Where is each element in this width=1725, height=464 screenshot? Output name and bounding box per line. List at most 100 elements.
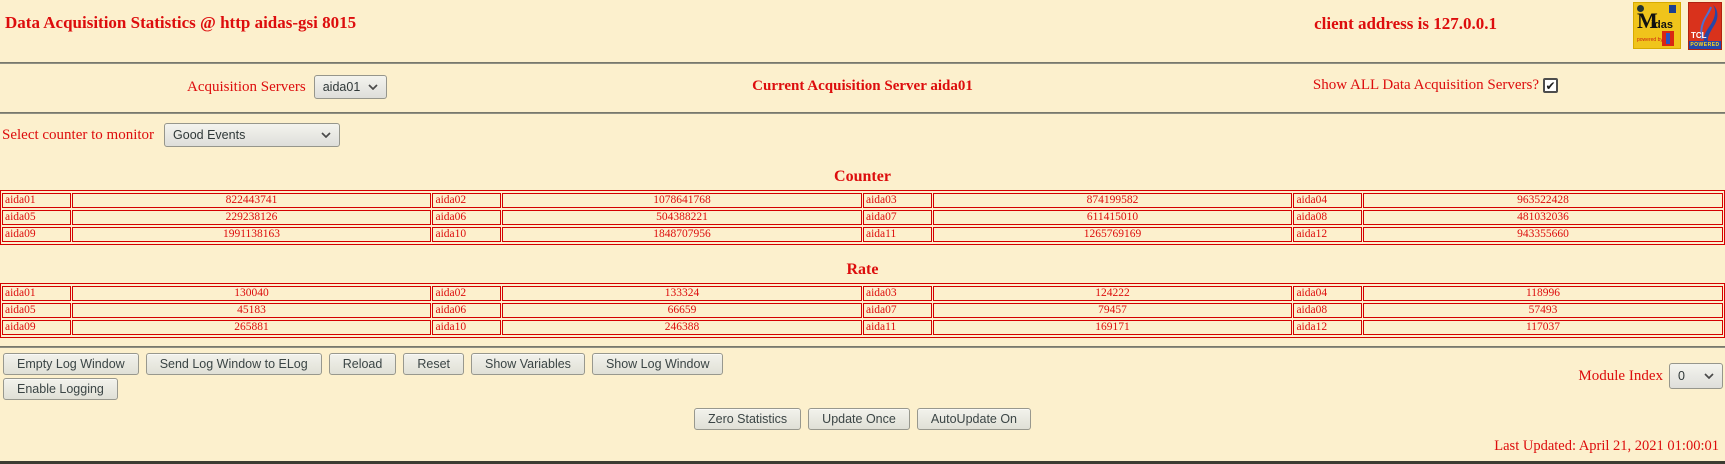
server-name-cell: aida08 [1293,210,1362,225]
rate-value-cell: 130040 [71,286,432,301]
counter-value-cell: 1265769169 [932,227,1293,242]
server-name-cell: aida12 [1293,320,1362,335]
show-all-servers-checkbox[interactable]: ✔ [1543,78,1558,93]
counter-value-cell: 611415010 [932,210,1293,225]
show-variables-button[interactable]: Show Variables [471,353,585,375]
counter-value-cell: 481032036 [1363,210,1723,225]
rate-value-cell: 118996 [1363,286,1723,301]
counter-type-selected-value: Good Events [173,128,246,142]
counter-table-title: Counter [834,168,891,185]
checkmark-icon: ✔ [1545,78,1556,93]
rate-value-cell: 124222 [932,286,1293,301]
server-name-cell: aida07 [862,210,932,225]
current-acquisition-server-text: Current Acquisition Server aida01 [752,78,973,94]
send-log-window-to-elog-button[interactable]: Send Log Window to ELog [145,353,322,375]
table-row: aida09 1991138163 aida10 1848707956 aida… [2,227,1723,242]
counter-value-cell: 943355660 [1363,227,1723,242]
rate-value-cell: 265881 [71,320,432,335]
counter-value-cell: 822443741 [71,193,432,208]
acquisition-servers-label: Acquisition Servers [187,78,306,95]
server-name-cell: aida03 [862,193,932,208]
rate-value-cell: 117037 [1363,320,1723,335]
server-name-cell: aida01 [2,193,71,208]
midas-logo-icon[interactable]: M idas powered by [1633,2,1681,49]
midas-logo-text: idas [1651,19,1674,31]
enable-logging-button[interactable]: Enable Logging [3,378,118,400]
acquisition-server-select[interactable]: aida01 [313,75,388,99]
chevron-down-icon [321,132,331,138]
server-name-cell: aida01 [2,286,71,301]
tcl-logo-text: TCL [1691,31,1707,40]
autoupdate-on-button[interactable]: AutoUpdate On [916,408,1032,430]
last-updated-text: Last Updated: April 21, 2021 01:00:01 [1494,438,1719,454]
chevron-down-icon [1704,373,1714,379]
table-row: aida09 265881 aida10 246388 aida11 16917… [2,320,1723,335]
select-counter-label: Select counter to monitor [2,126,155,143]
show-all-servers-label: Show ALL Data Acquisition Servers? [1312,77,1539,93]
counter-value-cell: 1991138163 [71,227,432,242]
tcl-powered-text: POWERED [1689,41,1721,49]
counter-type-select[interactable]: Good Events [164,123,341,147]
counter-value-cell: 229238126 [71,210,432,225]
counter-table: aida01 822443741 aida02 1078641768 aida0… [0,190,1725,245]
update-once-button[interactable]: Update Once [808,408,910,430]
server-name-cell: aida11 [862,320,932,335]
rate-table-title: Rate [846,261,879,278]
server-name-cell: aida08 [1293,303,1362,318]
rate-value-cell: 169171 [932,320,1293,335]
server-name-cell: aida12 [1293,227,1362,242]
counter-value-cell: 1848707956 [502,227,862,242]
server-name-cell: aida10 [432,320,502,335]
tcl-powered-logo-icon[interactable]: TCL POWERED [1688,2,1722,50]
statistics-actions: Zero Statistics Update Once AutoUpdate O… [0,408,1725,430]
table-row: aida05 229238126 aida06 504388221 aida07… [2,210,1723,225]
midas-powered-by-text: powered by [1637,37,1663,43]
rate-value-cell: 45183 [71,303,432,318]
midas-figure-icon [1662,31,1674,46]
server-name-cell: aida10 [432,227,502,242]
header: Data Acquisition Statistics @ http aidas… [0,0,1725,62]
show-log-window-button[interactable]: Show Log Window [591,353,724,375]
table-row: aida05 45183 aida06 66659 aida07 79457 a… [2,303,1723,318]
server-name-cell: aida05 [2,210,71,225]
server-name-cell: aida11 [862,227,932,242]
module-index-label: Module Index [1578,367,1663,384]
rate-value-cell: 57493 [1363,303,1723,318]
empty-log-window-button[interactable]: Empty Log Window [3,353,139,375]
module-index-select[interactable]: 0 [1669,363,1723,389]
server-name-cell: aida02 [432,286,502,301]
counter-value-cell: 963522428 [1363,193,1723,208]
rate-table: aida01 130040 aida02 133324 aida03 12422… [0,283,1725,338]
module-index-selected-value: 0 [1678,369,1685,383]
zero-statistics-button[interactable]: Zero Statistics [693,408,802,430]
server-name-cell: aida04 [1293,193,1362,208]
server-name-cell: aida05 [2,303,71,318]
rate-value-cell: 79457 [932,303,1293,318]
counter-value-cell: 874199582 [932,193,1293,208]
counter-monitor-row: Select counter to monitor Good Events [0,114,1725,154]
divider [0,346,1725,348]
table-row: aida01 822443741 aida02 1078641768 aida0… [2,193,1723,208]
client-address: client address is 127.0.0.1 [1314,14,1497,33]
reset-button[interactable]: Reset [403,353,464,375]
logos: M idas powered by TCL POWERED [1633,2,1722,50]
rate-value-cell: 133324 [502,286,862,301]
counter-value-cell: 1078641768 [502,193,862,208]
server-name-cell: aida06 [432,210,502,225]
server-name-cell: aida02 [432,193,502,208]
table-row: aida01 130040 aida02 133324 aida03 12422… [2,286,1723,301]
server-name-cell: aida04 [1293,286,1362,301]
acquisition-server-selected-value: aida01 [322,80,361,94]
counter-value-cell: 504388221 [502,210,862,225]
toolbar: Empty Log Window Send Log Window to ELog… [0,353,1725,400]
server-name-cell: aida09 [2,227,71,242]
midas-emblem-right-icon [1669,5,1676,13]
server-name-cell: aida07 [862,303,932,318]
reload-button[interactable]: Reload [328,353,397,375]
server-name-cell: aida03 [862,286,932,301]
acquisition-server-row: Acquisition Servers aida01 Current Acqui… [0,64,1725,112]
server-name-cell: aida06 [432,303,502,318]
rate-value-cell: 66659 [502,303,862,318]
server-name-cell: aida09 [2,320,71,335]
chevron-down-icon [368,84,378,90]
